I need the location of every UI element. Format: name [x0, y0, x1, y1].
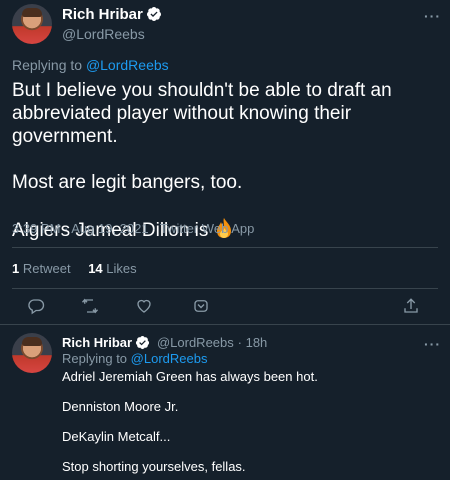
author-name[interactable]: Rich Hribar [62, 6, 143, 23]
reply-icon[interactable] [27, 297, 45, 315]
like-icon[interactable] [135, 297, 153, 315]
divider [12, 288, 438, 289]
avatar[interactable] [12, 4, 52, 44]
author-handle[interactable]: @LordReebs [62, 26, 145, 42]
reply-author-row: Rich Hribar @LordReebs · 18h [62, 334, 267, 350]
reply-line: DeKaylin Metcalf... [62, 429, 171, 444]
reply-line: Stop shorting yourselves, fellas. [62, 459, 246, 474]
retweet-icon[interactable] [80, 297, 100, 315]
tweet-text: But I believe you shouldn't be able to d… [12, 79, 444, 242]
tweet-paragraph: But I believe you shouldn't be able to d… [12, 80, 392, 147]
reply-replying-to-handle-link[interactable]: @LordReebs [131, 351, 208, 366]
divider [12, 247, 438, 248]
bookmark-share-icon[interactable] [192, 297, 210, 315]
verified-badge-icon [136, 335, 150, 350]
reply-text: Adriel Jeremiah Green has always been ho… [62, 369, 442, 475]
retweet-stat[interactable]: 1 Retweet [12, 261, 71, 276]
reply-replying-to: Replying to @LordReebs [62, 351, 208, 366]
reply-more-options-icon[interactable]: ··· [424, 336, 441, 352]
tweet-stats: 1 Retweet 14 Likes [12, 261, 137, 276]
reply-line: Denniston Moore Jr. [62, 399, 179, 414]
verified-badge-icon [146, 7, 161, 21]
reply-author-handle[interactable]: @LordReebs [157, 335, 234, 350]
reply-line: Adriel Jeremiah Green has always been ho… [62, 369, 318, 384]
reply-time[interactable]: · 18h [238, 335, 268, 350]
share-icon[interactable] [402, 296, 420, 316]
divider [0, 324, 450, 325]
reply-author-name[interactable]: Rich Hribar [62, 335, 132, 350]
more-options-icon[interactable]: ··· [424, 8, 441, 24]
tweet-paragraph: Most are legit bangers, too. [12, 172, 243, 193]
author-name-row: Rich Hribar [62, 6, 162, 24]
replying-to-handle-link[interactable]: @LordReebs [86, 57, 169, 73]
tweet-timestamp[interactable]: 3:39 PM · Aug 19, 2021 · Twitter Web App [12, 221, 254, 236]
reply-avatar[interactable] [12, 333, 52, 373]
replying-to: Replying to @LordReebs [12, 57, 169, 73]
like-stat[interactable]: 14 Likes [88, 261, 136, 276]
